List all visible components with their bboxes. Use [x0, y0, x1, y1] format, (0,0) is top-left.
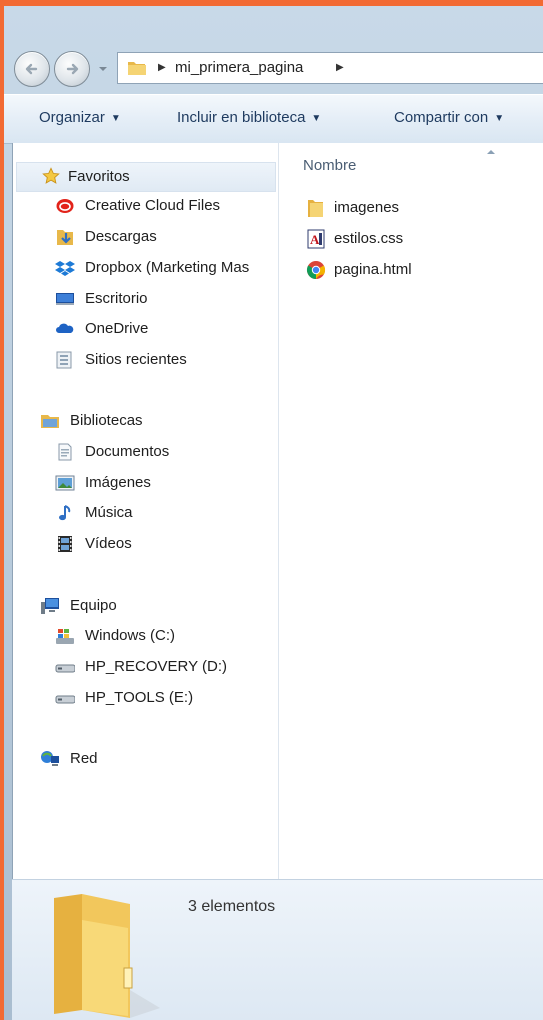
nav-network[interactable]: Red	[40, 745, 275, 773]
details-pane: 3 elementos	[12, 879, 543, 1020]
file-list-pane[interactable]: Nombre imagenes A estilos.css pagina.htm…	[279, 143, 543, 879]
chrome-html-icon	[306, 261, 326, 279]
organize-label: Organizar	[39, 109, 105, 126]
nav-network-label: Red	[70, 750, 98, 767]
pictures-icon	[55, 475, 75, 491]
nav-item-label: Sitios recientes	[85, 351, 187, 368]
nav-item-label: Dropbox (Marketing Mas	[85, 259, 250, 276]
recent-places-icon	[56, 351, 72, 369]
nav-item-label: Escritorio	[85, 290, 148, 307]
back-button[interactable]	[14, 51, 50, 87]
nav-item-label: Imágenes	[85, 474, 151, 491]
file-name: imagenes	[334, 199, 400, 216]
nav-item-music[interactable]: Música	[55, 499, 275, 527]
nav-item-documents[interactable]: Documentos	[55, 438, 275, 466]
nav-item-label: HP_TOOLS (E:)	[85, 689, 194, 706]
nav-item-recent-places[interactable]: Sitios recientes	[55, 346, 275, 374]
star-icon	[42, 167, 60, 184]
music-icon	[59, 505, 71, 521]
windows-drive-icon	[56, 629, 74, 644]
desktop-icon	[56, 293, 74, 305]
videos-icon	[58, 536, 72, 552]
libraries-icon	[41, 415, 59, 428]
sort-ascending-icon	[487, 150, 495, 154]
file-name: pagina.html	[334, 261, 412, 278]
chevron-down-icon: ▼	[494, 113, 505, 124]
css-file-icon: A	[307, 229, 325, 249]
svg-text:A: A	[310, 232, 320, 247]
nav-favorites[interactable]: Favoritos	[16, 162, 276, 192]
nav-libraries[interactable]: Bibliotecas	[40, 407, 275, 435]
nav-item-label: Música	[85, 504, 133, 521]
column-header-name[interactable]: Nombre	[303, 157, 356, 174]
item-count: 3 elementos	[188, 898, 276, 915]
network-icon	[41, 751, 59, 766]
nav-item-downloads[interactable]: Descargas	[55, 223, 275, 251]
breadcrumb-current[interactable]: mi_primera_pagina	[175, 59, 303, 76]
dropbox-icon	[55, 261, 75, 276]
nav-item-drive-d[interactable]: HP_RECOVERY (D:)	[55, 653, 275, 681]
organize-menu[interactable]: Organizar ▼	[39, 109, 121, 126]
command-bar: Organizar ▼ Incluir en biblioteca ▼ Compar…	[4, 94, 543, 144]
nav-item-desktop[interactable]: Escritorio	[55, 285, 275, 313]
main-area: Favoritos Creative Cloud Files Descargas	[12, 143, 543, 879]
documents-icon	[58, 443, 72, 461]
nav-item-label: Windows (C:)	[85, 627, 176, 644]
creative-cloud-icon	[56, 199, 74, 213]
computer-icon	[41, 598, 59, 614]
chevron-down-icon: ▼	[311, 113, 322, 124]
onedrive-icon	[56, 323, 74, 333]
folder-icon	[128, 62, 146, 75]
nav-item-pictures[interactable]: Imágenes	[55, 469, 275, 497]
nav-item-label: Vídeos	[85, 535, 132, 552]
nav-item-dropbox[interactable]: Dropbox (Marketing Mas	[55, 254, 275, 282]
nav-item-label: Creative Cloud Files	[85, 197, 221, 214]
nav-libraries-label: Bibliotecas	[70, 412, 143, 429]
drive-icon	[55, 695, 75, 704]
share-with-label: Compartir con	[394, 109, 489, 126]
include-library-menu[interactable]: Incluir en biblioteca ▼	[177, 109, 321, 126]
nav-item-drive-e[interactable]: HP_TOOLS (E:)	[55, 684, 275, 712]
chevron-down-icon: ▼	[110, 113, 121, 124]
address-bar[interactable]: ▶ mi_primera_pagina ▶	[117, 52, 543, 84]
nav-item-label: Documentos	[85, 443, 170, 460]
breadcrumb-separator-icon[interactable]: ▶	[158, 62, 166, 73]
folder-icon	[54, 894, 160, 1018]
nav-item-videos[interactable]: Vídeos	[55, 530, 275, 558]
nav-item-label: OneDrive	[85, 320, 149, 337]
include-library-label: Incluir en biblioteca	[177, 109, 306, 126]
nav-item-creative-cloud[interactable]: Creative Cloud Files	[55, 192, 275, 220]
forward-arrow-icon	[66, 63, 79, 75]
folder-icon	[308, 200, 323, 217]
address-row: ▶ mi_primera_pagina ▶	[4, 6, 543, 94]
nav-computer[interactable]: Equipo	[40, 592, 275, 620]
nav-item-drive-c[interactable]: Windows (C:)	[55, 622, 275, 650]
nav-favorites-label: Favoritos	[68, 168, 130, 185]
recent-pages-dropdown[interactable]	[97, 64, 109, 74]
breadcrumb-separator-icon[interactable]: ▶	[336, 62, 344, 73]
back-arrow-icon	[25, 63, 38, 75]
file-name: estilos.css	[334, 230, 404, 247]
forward-button[interactable]	[54, 51, 90, 87]
nav-item-onedrive[interactable]: OneDrive	[55, 315, 275, 343]
navigation-pane[interactable]: Favoritos Creative Cloud Files Descargas	[13, 143, 279, 879]
nav-computer-label: Equipo	[70, 597, 117, 614]
downloads-icon	[57, 230, 73, 245]
explorer-window: ▶ mi_primera_pagina ▶ Organizar ▼ Incluir…	[4, 6, 543, 1020]
nav-item-label: Descargas	[85, 228, 157, 245]
nav-item-label: HP_RECOVERY (D:)	[85, 658, 227, 675]
drive-icon	[55, 664, 75, 673]
share-with-menu[interactable]: Compartir con ▼	[394, 109, 504, 126]
